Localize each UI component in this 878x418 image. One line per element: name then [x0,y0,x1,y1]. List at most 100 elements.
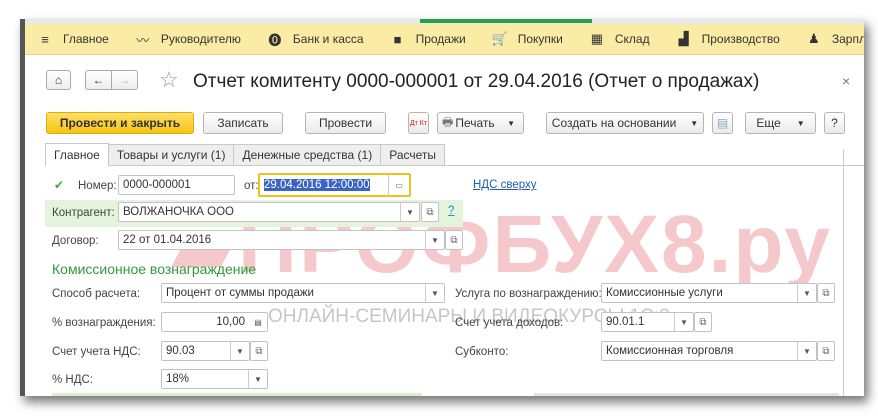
ruble-coin-icon: ⓿ [268,32,282,48]
forward-button[interactable]: → [111,70,138,90]
calculator-icon[interactable]: ▤ [249,313,267,331]
person-icon: ♟ [808,31,820,46]
menu-item-label: Склад [614,32,650,46]
service-label: Услуга по вознаграждению: [455,288,602,300]
subconto-field[interactable]: Комиссионная торговля ▼ [601,341,817,361]
menu-item-label: Руководителю [160,32,241,46]
save-button[interactable]: Записать [203,112,283,134]
favorite-star-icon[interactable]: ☆ [159,67,179,93]
vat-rate-select[interactable]: 18% ▼ [161,369,268,389]
dt-kt-button[interactable]: Дт Кт [408,112,429,134]
help-link[interactable]: ? [448,205,454,217]
subconto-value: Комиссионная торговля [606,345,734,357]
document-structure-button[interactable]: ▤ [712,112,733,134]
chevron-down-icon[interactable]: ▼ [797,284,816,302]
number-field[interactable]: 0000-000001 [118,175,235,195]
tab-main[interactable]: Главное [45,143,109,166]
menu-item[interactable]: 🛒 Покупки [492,31,563,47]
vat-account-field[interactable]: 90.03 ▼ [161,341,250,361]
counterparty-value: ВОЛЖАНОЧКА ООО [123,206,235,218]
print-button[interactable]: 🖶 Печать ▼ [437,112,524,134]
help-button[interactable]: ? [824,112,845,134]
shopping-bag-icon: ■ [393,31,402,47]
chart-trend-icon: 〰 [136,32,150,48]
menu-item-label: Главное [63,32,109,46]
chevron-down-icon[interactable]: ▼ [674,313,693,331]
menu-item[interactable]: ▟ Производство [676,31,780,47]
bottom-gray-bar [534,393,839,396]
menu-item[interactable]: ≡ Главное [37,32,109,47]
post-button[interactable]: Провести [305,112,386,134]
menu-item-label: Продажи [415,32,466,46]
menu-item[interactable]: ⓿ Банк и касса [267,30,363,49]
subconto-label: Субконто: [455,346,509,358]
back-button[interactable]: ← [85,70,112,90]
chevron-down-icon: ▼ [690,118,699,128]
percent-field[interactable]: 10,00 ▤ [161,312,268,332]
chevron-down-icon[interactable]: ▼ [425,231,444,249]
open-income-account-button[interactable]: ⧉ [694,312,712,332]
post-and-close-button[interactable]: Провести и закрыть [46,112,194,134]
vat-account-value: 90.03 [166,345,195,357]
number-label: Номер: [78,180,117,192]
income-account-field[interactable]: 90.01.1 ▼ [601,312,694,332]
active-section-indicator [420,19,592,23]
menu-item-label: Производство [701,32,780,46]
menu-item[interactable]: ▦ Склад [589,31,650,47]
dt-kt-icon: Дт Кт [409,119,428,127]
calendar-icon[interactable]: ▭ [388,175,409,195]
print-label: Печать [455,116,495,130]
vat-account-label: Счет учета НДС: [52,346,141,358]
percent-value: 10,00 [216,316,245,328]
percent-label: % вознаграждения: [52,317,156,329]
contract-field[interactable]: 22 от 01.04.2016 ▼ [118,230,445,250]
open-subconto-button[interactable]: ⧉ [817,341,835,361]
create-based-label: Создать на основании [551,116,677,130]
menu-item-label: Зарплата и ка [831,32,864,46]
home-button[interactable]: ⌂ [46,70,71,90]
posted-check-icon: ✔ [54,178,65,192]
open-contract-button[interactable]: ⧉ [445,230,463,250]
bottom-green-bar [52,393,422,396]
calc-method-select[interactable]: Процент от суммы продажи ▼ [161,283,445,303]
create-based-on-button[interactable]: Создать на основании ▼ [546,112,704,134]
counterparty-label: Контрагент: [52,207,115,219]
printer-icon: 🖶 [442,114,454,129]
tab-goods-services[interactable]: Товары и услуги (1) [107,144,235,165]
chevron-down-icon[interactable]: ▼ [248,370,267,388]
menu-item[interactable]: 〰 Руководителю [135,30,241,49]
open-service-button[interactable]: ⧉ [817,283,835,303]
income-account-value: 90.01.1 [606,316,645,328]
service-field[interactable]: Комиссионные услуги ▼ [601,283,817,303]
service-value: Комиссионные услуги [606,287,723,299]
chevron-down-icon[interactable]: ▼ [797,342,816,360]
contract-label: Договор: [52,235,99,247]
close-icon[interactable]: × [842,73,850,89]
menu-item[interactable]: ■ Продажи [390,32,466,47]
contract-value: 22 от 01.04.2016 [123,234,212,246]
document-window: ≡ Главное 〰 Руководителю ⓿ Банк и касса ■ Прода… [20,19,864,396]
chevron-down-icon[interactable]: ▼ [400,203,419,221]
menu-item[interactable]: ♟ Зарплата и ка [806,31,864,47]
vat-rate-label: % НДС: [52,374,94,386]
date-field[interactable]: 29.04.2016 12:00:00 ▭ [258,173,411,197]
counterparty-field[interactable]: ВОЛЖАНОЧКА ООО ▼ [118,202,420,222]
chevron-down-icon: ▼ [507,118,515,128]
calc-method-label: Способ расчета: [52,288,141,300]
home-icon: ⌂ [54,73,63,87]
scrollbar-track[interactable] [843,149,844,396]
open-counterparty-button[interactable]: ⧉ [421,202,439,222]
tab-cash[interactable]: Денежные средства (1) [233,144,382,165]
chevron-down-icon[interactable]: ▼ [230,342,249,360]
arrow-left-icon: ← [92,73,105,87]
more-button[interactable]: Еще ▼ [745,112,816,134]
tab-settlements[interactable]: Расчеты [380,144,446,165]
cart-icon: 🛒 [491,31,508,46]
sections-menu: ≡ Главное 〰 Руководителю ⓿ Банк и касса ■ Прода… [25,24,864,55]
vat-on-top-link[interactable]: НДС сверху [473,179,537,191]
date-value: 29.04.2016 12:00:00 [264,179,370,191]
chevron-down-icon[interactable]: ▼ [425,284,444,302]
open-vat-account-button[interactable]: ⧉ [250,341,268,361]
vat-rate-value: 18% [166,373,190,385]
document-icon: ▤ [716,116,729,130]
